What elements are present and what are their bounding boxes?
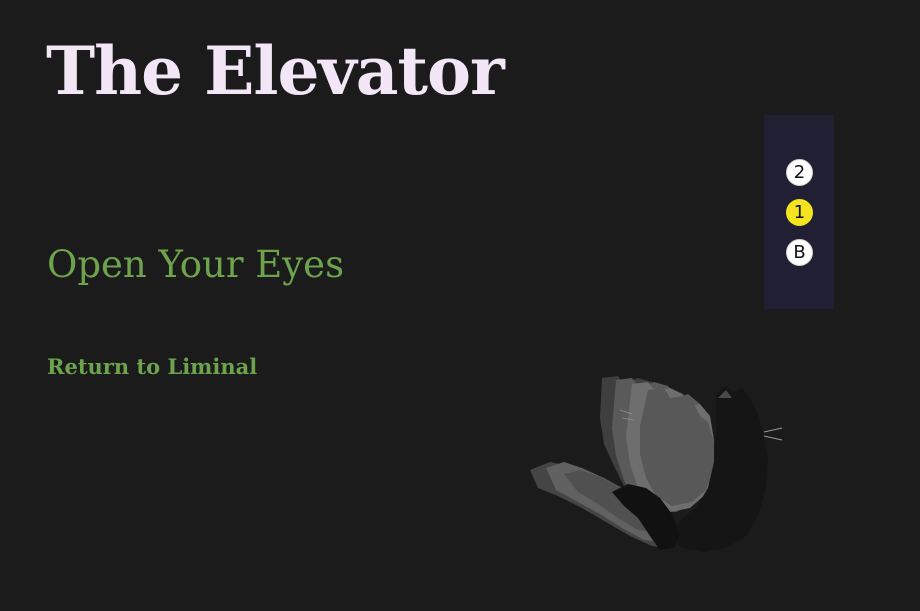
return-to-liminal-link[interactable]: Return to Liminal (47, 356, 257, 377)
floor-b-button[interactable]: B (786, 239, 813, 266)
floor-2-button[interactable]: 2 (786, 159, 813, 186)
floor-1-button[interactable]: 1 (786, 199, 813, 226)
elevator-panel: 2 1 B (764, 115, 834, 309)
section-heading: Open Your Eyes (47, 243, 345, 286)
cat-paws-icon (530, 376, 783, 552)
page-title: The Elevator (46, 32, 505, 110)
